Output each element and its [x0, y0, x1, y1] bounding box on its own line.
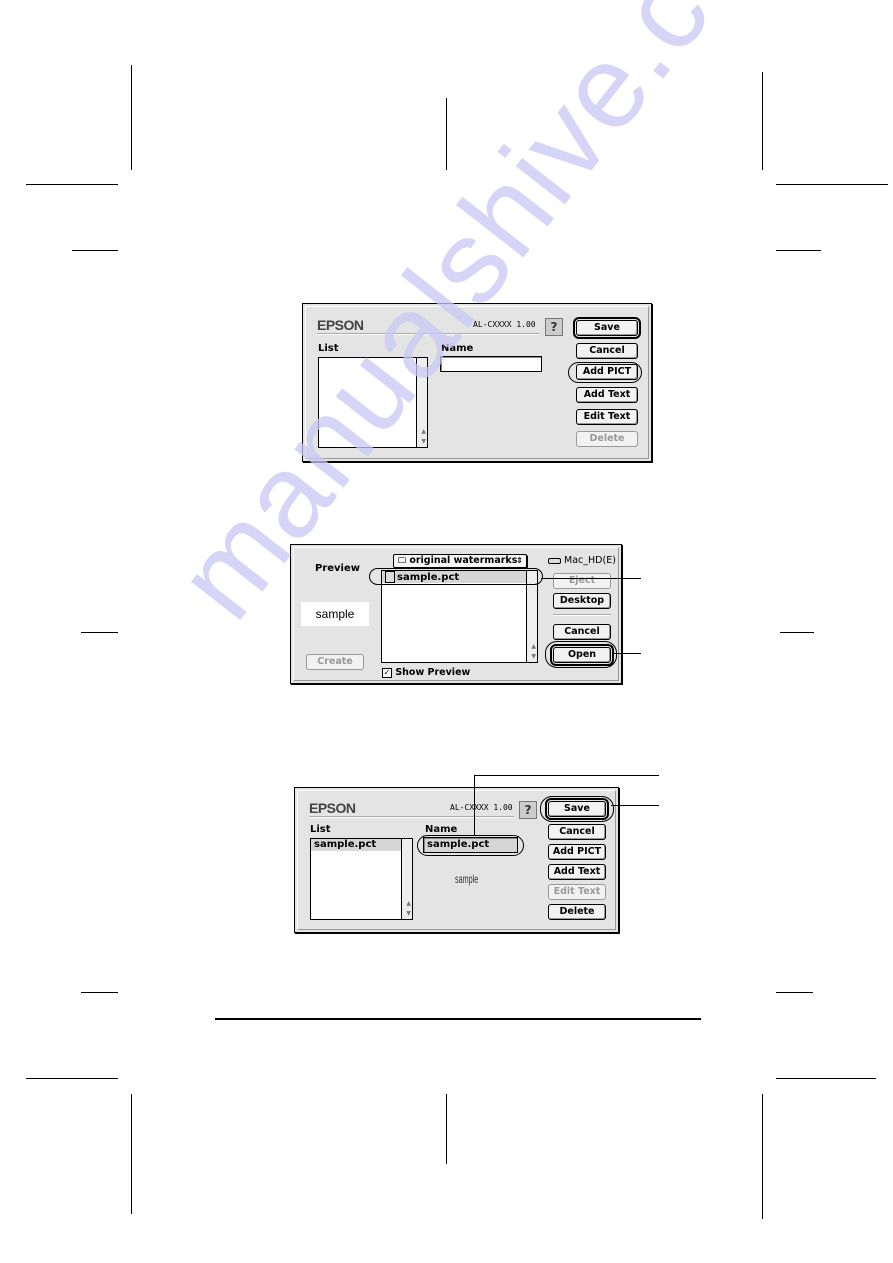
name-label: Name: [425, 824, 458, 835]
cancel-button[interactable]: Cancel: [548, 824, 606, 840]
header-divider: [317, 333, 539, 335]
scroll-down-arrow-icon[interactable]: ▼: [531, 653, 536, 660]
delete-button[interactable]: Delete: [548, 904, 606, 920]
list-scrollbar[interactable]: ▲ ▼: [401, 839, 412, 919]
crop-mark: [776, 992, 813, 993]
crop-mark: [26, 184, 118, 185]
watermark-dialog-filled: EPSON AL-CXXXX 1.00 ? List sample.pct ▲ …: [294, 787, 619, 933]
name-label: Name: [441, 343, 474, 354]
version-label: AL-CXXXX 1.00: [473, 320, 536, 329]
add-pict-button[interactable]: Add PICT: [548, 844, 606, 860]
crop-mark: [762, 72, 763, 170]
open-button[interactable]: Open: [550, 644, 614, 666]
folder-icon: 🗀: [398, 556, 406, 565]
hard-disk-icon: [548, 557, 561, 564]
crop-mark: [776, 1078, 876, 1079]
crop-mark: [131, 65, 132, 170]
crop-mark: [780, 632, 814, 633]
popup-arrows-icon: ⇕: [516, 556, 523, 565]
edit-text-button[interactable]: Edit Text: [576, 409, 638, 425]
preview-label: Preview: [315, 563, 361, 574]
list-label: List: [310, 824, 331, 835]
show-preview-label: Show Preview: [395, 667, 471, 678]
crop-mark: [446, 1094, 447, 1164]
volume-name: Mac_HD(E): [564, 555, 616, 566]
folder-popup-value: original watermarks: [409, 555, 518, 566]
scroll-up-arrow-icon[interactable]: ▲: [421, 428, 426, 435]
crop-mark: [776, 184, 888, 185]
edit-text-button[interactable]: Edit Text: [548, 884, 606, 900]
show-preview-checkbox[interactable]: ✓ Show Preview: [382, 667, 470, 678]
name-callout-leader-vertical: [474, 775, 475, 835]
name-callout-leader-horizontal: [474, 775, 659, 776]
scroll-down-arrow-icon[interactable]: ▼: [421, 438, 426, 445]
scroll-up-arrow-icon[interactable]: ▲: [531, 643, 536, 650]
checkbox-checked-icon[interactable]: ✓: [382, 667, 392, 678]
add-pict-button[interactable]: Add PICT: [576, 364, 638, 380]
crop-mark: [81, 992, 118, 993]
crop-mark: [776, 250, 821, 251]
open-callout-leader: [614, 653, 641, 654]
help-button[interactable]: ?: [519, 801, 537, 819]
crop-mark: [762, 1094, 763, 1219]
scroll-up-arrow-icon[interactable]: ▲: [406, 900, 411, 907]
file-callout: [369, 568, 543, 585]
cancel-button[interactable]: Cancel: [553, 624, 611, 640]
list-label: List: [318, 343, 339, 354]
name-field[interactable]: sample.pct: [423, 837, 518, 853]
watermark-preview: sample: [455, 872, 479, 886]
add-text-button[interactable]: Add Text: [576, 387, 638, 403]
version-label: AL-CXXXX 1.00: [450, 803, 513, 812]
footer-rule: [215, 1018, 701, 1020]
crop-mark: [446, 98, 447, 170]
epson-logo: EPSON: [317, 317, 364, 333]
watermark-dialog-empty: EPSON AL-CXXXX 1.00 ? List ▲ ▼ Name Save…: [302, 303, 652, 462]
header-divider: [309, 816, 514, 818]
cancel-button[interactable]: Cancel: [576, 343, 638, 359]
button-divider: [553, 614, 611, 616]
watermark-list[interactable]: ▲ ▼: [318, 357, 428, 448]
folder-popup[interactable]: 🗀 original watermarks ⇕: [393, 554, 527, 568]
crop-mark: [131, 1094, 132, 1214]
crop-mark: [72, 250, 118, 251]
delete-button[interactable]: Delete: [576, 431, 638, 447]
crop-mark: [26, 1078, 118, 1079]
volume-label: Mac_HD(E): [548, 555, 616, 566]
save-callout-leader: [611, 805, 659, 806]
scroll-down-arrow-icon[interactable]: ▼: [406, 910, 411, 917]
help-button[interactable]: ?: [545, 318, 563, 336]
eject-button[interactable]: Eject: [553, 573, 611, 589]
add-text-button[interactable]: Add Text: [548, 864, 606, 880]
create-button[interactable]: Create: [306, 654, 364, 670]
list-item[interactable]: sample.pct: [311, 839, 401, 851]
save-button[interactable]: Save: [545, 798, 609, 820]
preview-thumbnail: sample: [301, 602, 369, 626]
save-button[interactable]: Save: [573, 317, 641, 339]
name-field[interactable]: [440, 356, 542, 372]
watermark-list[interactable]: sample.pct ▲ ▼: [310, 838, 413, 920]
file-callout-leader: [541, 578, 641, 579]
list-scrollbar[interactable]: ▲ ▼: [416, 358, 427, 447]
crop-mark: [81, 632, 118, 633]
epson-logo: EPSON: [309, 800, 356, 816]
desktop-button[interactable]: Desktop: [553, 593, 611, 609]
open-file-dialog: Preview sample Create 🗀 original waterma…: [290, 544, 622, 684]
